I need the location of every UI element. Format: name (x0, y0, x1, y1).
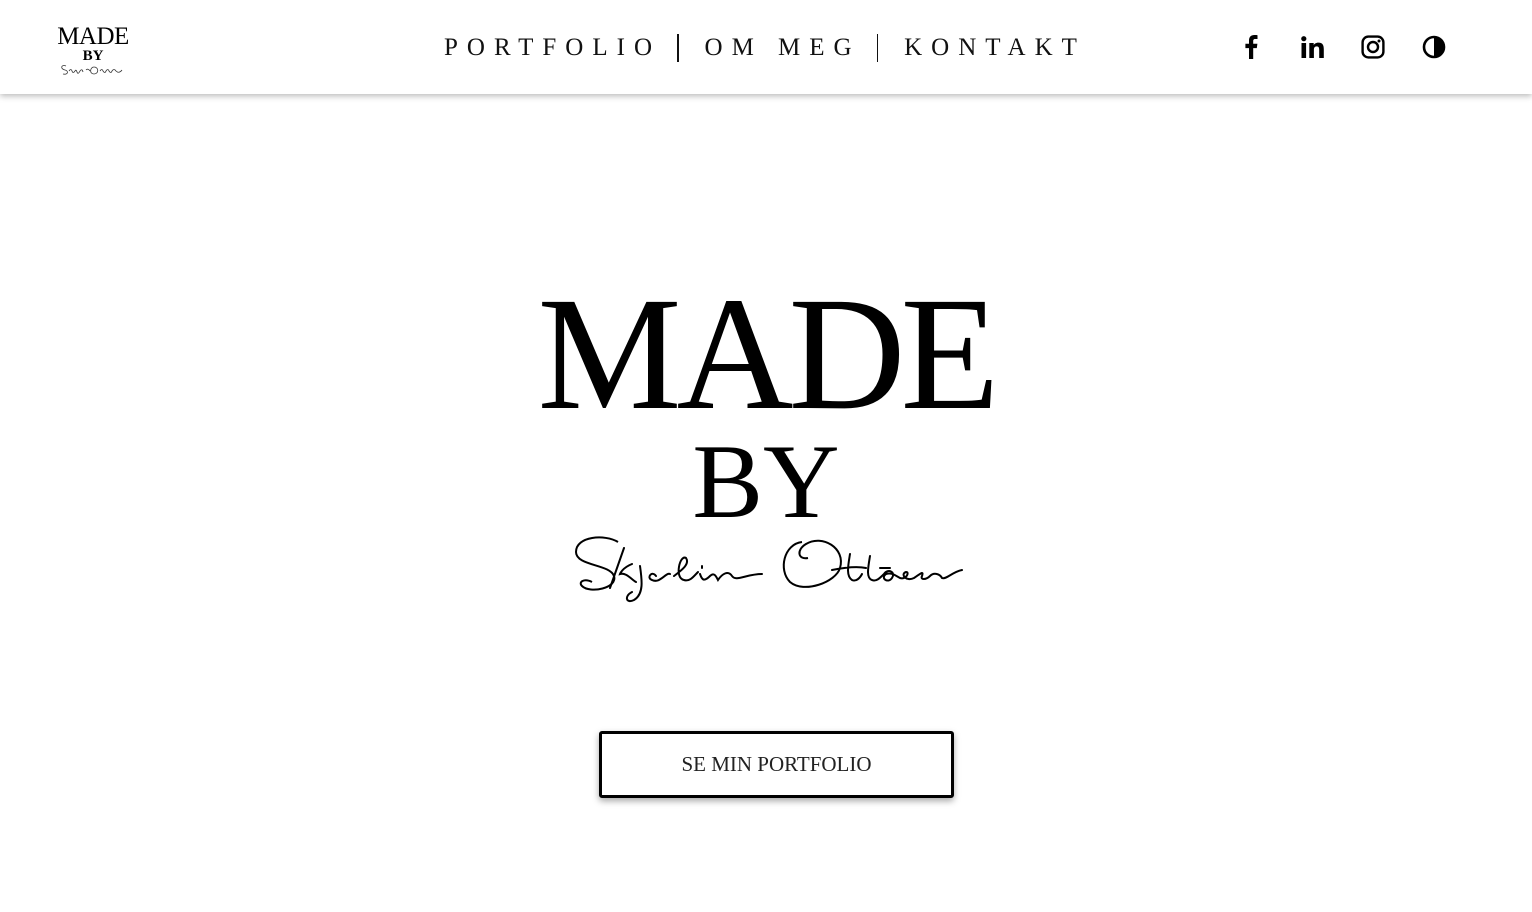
site-logo[interactable]: MADE BY (48, 24, 138, 82)
contrast-toggle-icon[interactable] (1421, 33, 1447, 61)
nav-item-kontakt[interactable]: KONTAKT (904, 34, 1086, 62)
logo-line-by: BY (82, 48, 104, 64)
see-portfolio-button[interactable]: SE MIN PORTFOLIO (599, 731, 954, 798)
hero-signature (574, 536, 963, 602)
main-nav: PORTFOLIO OM MEG KONTAKT (444, 31, 1086, 65)
facebook-icon[interactable] (1238, 33, 1264, 61)
linkedin-icon[interactable] (1299, 33, 1325, 61)
hero-title-made: MADE (537, 265, 1000, 444)
social-links (1238, 33, 1447, 61)
nav-item-om-meg[interactable]: OM MEG (705, 34, 861, 62)
logo-signature (61, 65, 123, 75)
hero-section: MADE BY SE MIN PORTFOLIO (0, 94, 1532, 912)
nav-divider (876, 34, 879, 62)
site-header: MADE BY PORTFOLIO OM MEG KONTAKT (0, 0, 1532, 94)
instagram-icon[interactable] (1360, 33, 1386, 61)
hero-title-by: BY (692, 423, 840, 540)
nav-divider (677, 34, 679, 62)
nav-item-portfolio[interactable]: PORTFOLIO (444, 34, 661, 62)
logo-line-made: MADE (57, 23, 129, 50)
